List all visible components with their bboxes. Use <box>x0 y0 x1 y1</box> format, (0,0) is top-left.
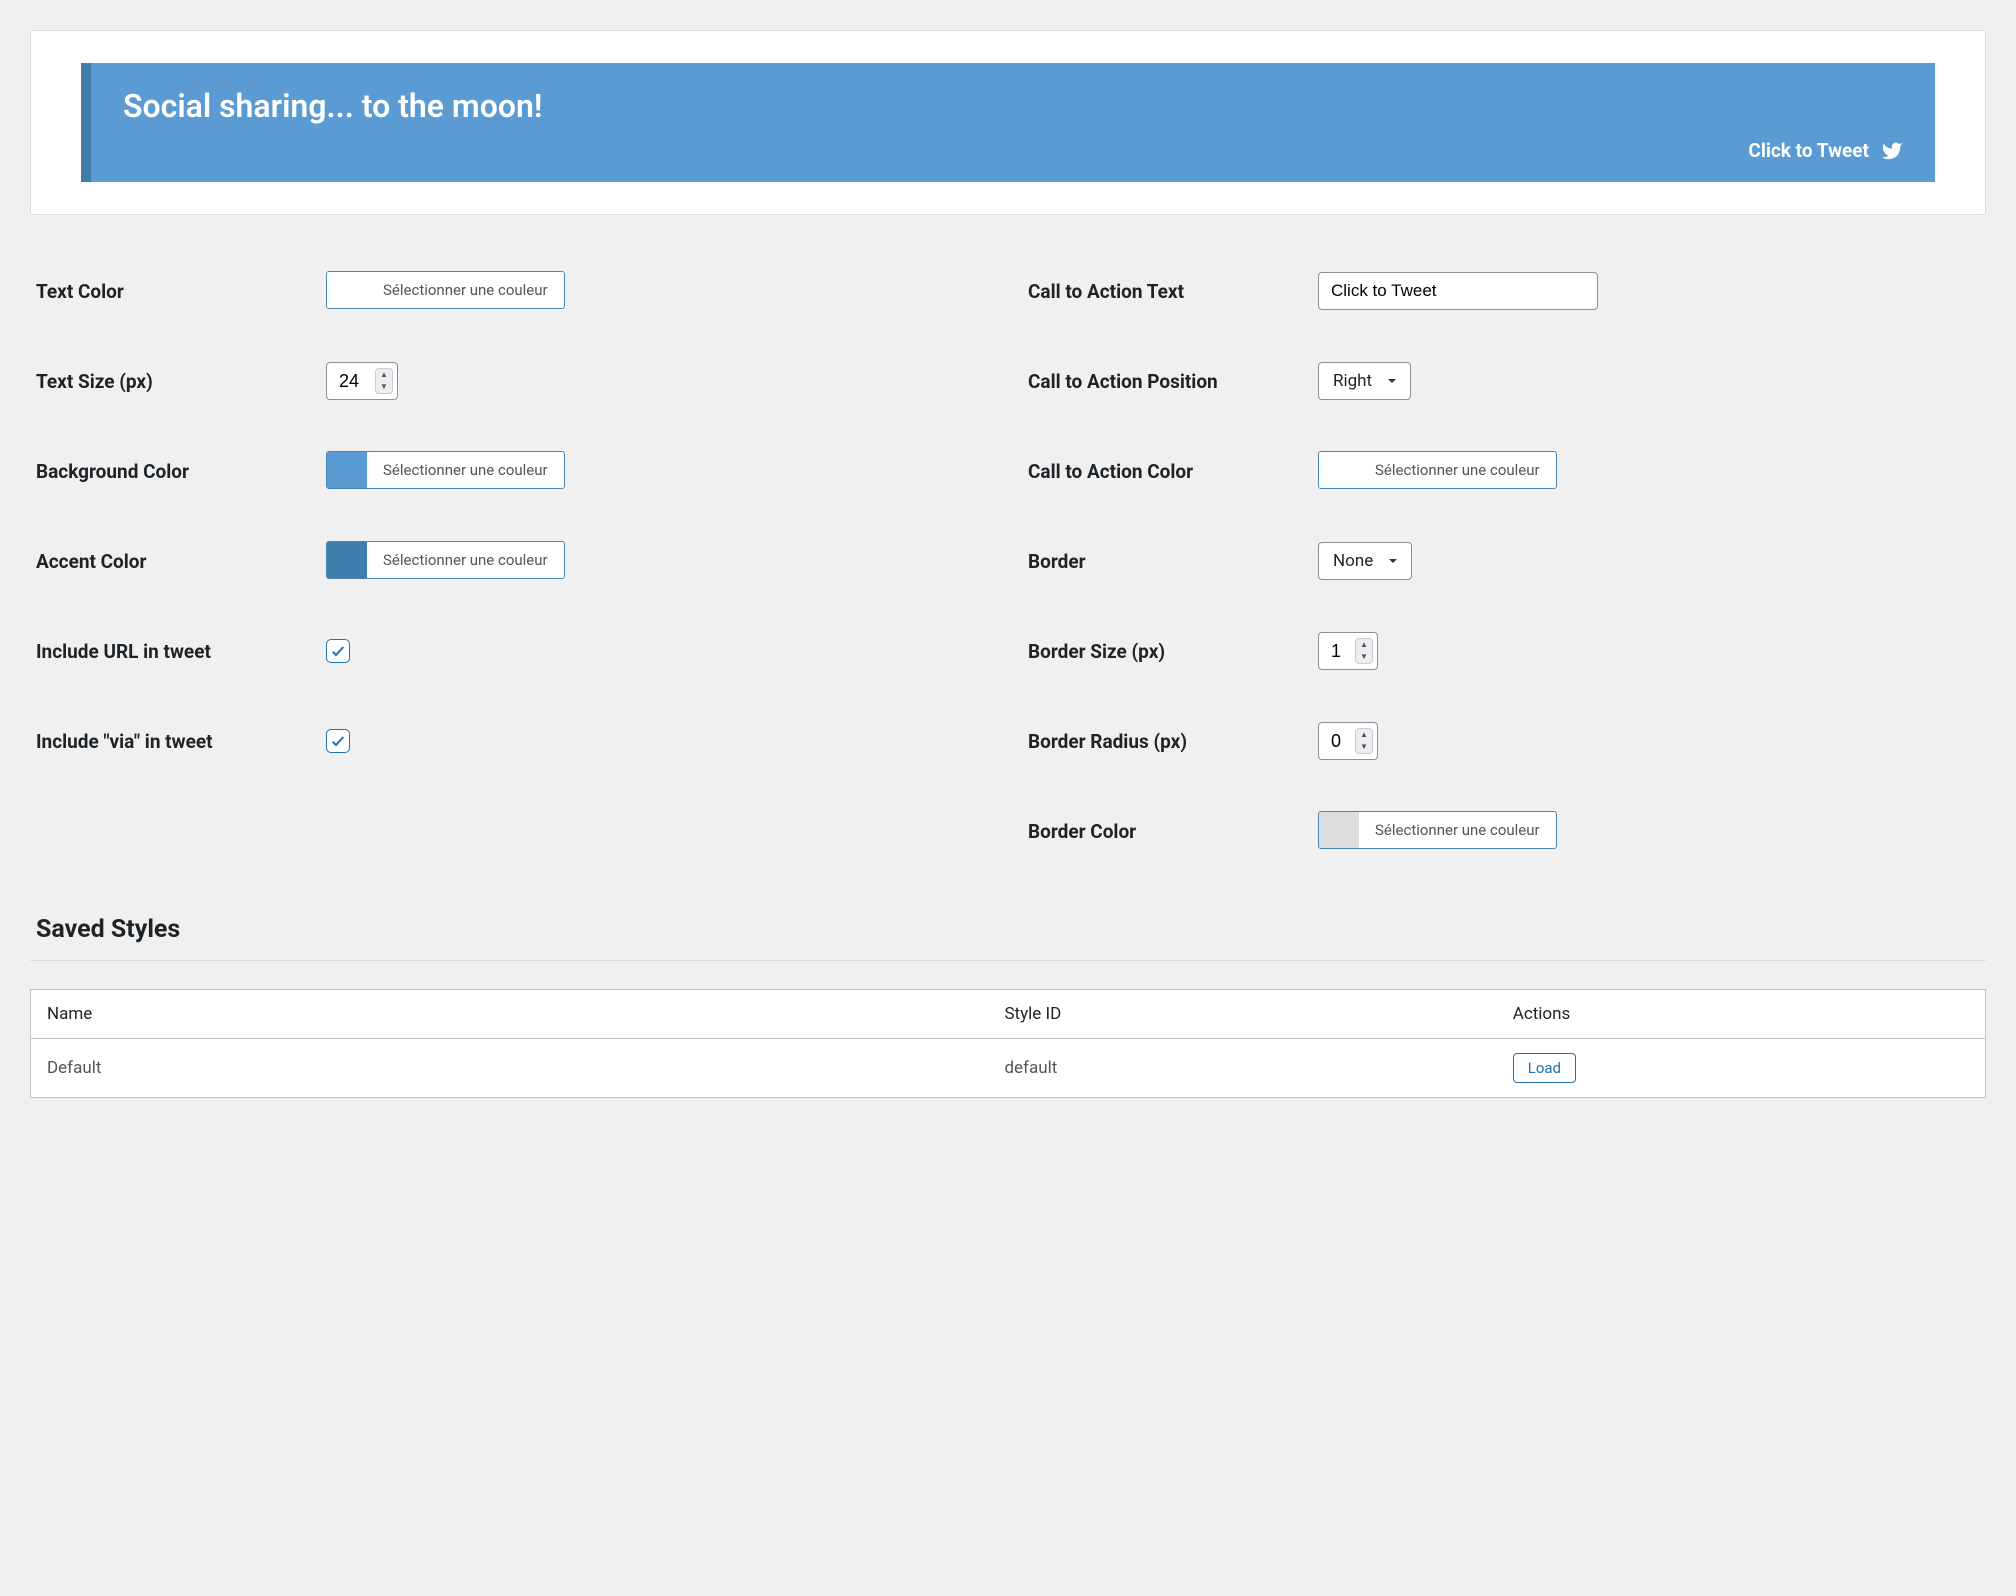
border-radius-input[interactable] <box>1331 731 1355 752</box>
chevron-down-icon <box>1385 553 1401 569</box>
label-cta-position: Call to Action Position <box>1028 370 1318 393</box>
field-include-via: Include "via" in tweet <box>36 715 988 767</box>
field-border-size: Border Size (px) ▲▼ <box>1028 625 1980 677</box>
text-color-picker[interactable]: Sélectionner une couleur <box>326 271 565 309</box>
text-color-swatch <box>327 272 367 308</box>
field-include-url: Include URL in tweet <box>36 625 988 677</box>
cell-name: Default <box>31 1039 989 1098</box>
border-size-stepper[interactable]: ▲▼ <box>1318 632 1378 670</box>
border-color-label: Sélectionner une couleur <box>1359 812 1556 848</box>
field-cta-color: Call to Action Color Sélectionner une co… <box>1028 445 1980 497</box>
divider <box>30 960 1986 961</box>
bg-color-label: Sélectionner une couleur <box>367 452 564 488</box>
accent-color-label: Sélectionner une couleur <box>367 542 564 578</box>
settings-right-col: Call to Action Text Call to Action Posit… <box>1028 265 1980 895</box>
field-border: Border None <box>1028 535 1980 587</box>
label-include-url: Include URL in tweet <box>36 640 326 663</box>
tweet-cta[interactable]: Click to Tweet <box>123 139 1903 162</box>
cta-position-value: Right <box>1333 371 1372 391</box>
chevron-down-icon <box>1384 373 1400 389</box>
th-style-id: Style ID <box>988 990 1496 1039</box>
check-icon <box>330 643 346 659</box>
tweet-accent-bar <box>81 63 91 182</box>
field-text-size: Text Size (px) ▲▼ <box>36 355 988 407</box>
preview-card: Social sharing... to the moon! Click to … <box>30 30 1986 215</box>
field-accent-color: Accent Color Sélectionner une couleur <box>36 535 988 587</box>
stepper-icon[interactable]: ▲▼ <box>375 368 393 394</box>
label-include-via: Include "via" in tweet <box>36 730 326 753</box>
accent-color-swatch <box>327 542 367 578</box>
border-select[interactable]: None <box>1318 542 1412 580</box>
accent-color-picker[interactable]: Sélectionner une couleur <box>326 541 565 579</box>
label-accent-color: Accent Color <box>36 550 326 573</box>
border-radius-stepper[interactable]: ▲▼ <box>1318 722 1378 760</box>
border-size-input[interactable] <box>1331 641 1355 662</box>
tweet-cta-label: Click to Tweet <box>1748 139 1869 162</box>
label-border: Border <box>1028 550 1318 573</box>
field-bg-color: Background Color Sélectionner une couleu… <box>36 445 988 497</box>
stepper-icon[interactable]: ▲▼ <box>1355 728 1373 754</box>
saved-styles-heading: Saved Styles <box>30 915 1986 944</box>
label-cta-text: Call to Action Text <box>1028 280 1318 303</box>
tweet-main: Social sharing... to the moon! Click to … <box>91 63 1935 182</box>
field-border-radius: Border Radius (px) ▲▼ <box>1028 715 1980 767</box>
th-actions: Actions <box>1497 990 1986 1039</box>
cta-color-picker[interactable]: Sélectionner une couleur <box>1318 451 1557 489</box>
label-border-size: Border Size (px) <box>1028 640 1318 663</box>
field-cta-position: Call to Action Position Right <box>1028 355 1980 407</box>
cell-style-id: default <box>988 1039 1496 1098</box>
text-color-label: Sélectionner une couleur <box>367 272 564 308</box>
table-header-row: Name Style ID Actions <box>31 990 1986 1039</box>
text-size-input[interactable] <box>339 371 375 392</box>
border-color-picker[interactable]: Sélectionner une couleur <box>1318 811 1557 849</box>
label-border-radius: Border Radius (px) <box>1028 730 1318 753</box>
bg-color-picker[interactable]: Sélectionner une couleur <box>326 451 565 489</box>
th-name: Name <box>31 990 989 1039</box>
field-border-color: Border Color Sélectionner une couleur <box>1028 805 1980 857</box>
cta-color-label: Sélectionner une couleur <box>1359 452 1556 488</box>
cell-actions: Load <box>1497 1039 1986 1098</box>
border-value: None <box>1333 551 1373 571</box>
label-text-color: Text Color <box>36 280 326 303</box>
tweet-text: Social sharing... to the moon! <box>123 87 1903 125</box>
check-icon <box>330 733 346 749</box>
table-row: Default default Load <box>31 1039 1986 1098</box>
text-size-stepper[interactable]: ▲▼ <box>326 362 398 400</box>
field-cta-text: Call to Action Text <box>1028 265 1980 317</box>
saved-styles-table: Name Style ID Actions Default default Lo… <box>30 989 1986 1098</box>
stepper-icon[interactable]: ▲▼ <box>1355 638 1373 664</box>
settings-left-col: Text Color Sélectionner une couleur Text… <box>36 265 988 895</box>
include-via-checkbox[interactable] <box>326 729 350 753</box>
label-border-color: Border Color <box>1028 820 1318 843</box>
label-text-size: Text Size (px) <box>36 370 326 393</box>
settings-grid: Text Color Sélectionner une couleur Text… <box>30 265 1986 895</box>
tweet-banner[interactable]: Social sharing... to the moon! Click to … <box>81 63 1935 182</box>
label-cta-color: Call to Action Color <box>1028 460 1318 483</box>
cta-color-swatch <box>1319 452 1359 488</box>
label-bg-color: Background Color <box>36 460 326 483</box>
twitter-icon <box>1881 140 1903 162</box>
cta-position-select[interactable]: Right <box>1318 362 1411 400</box>
border-color-swatch <box>1319 812 1359 848</box>
cta-text-input[interactable] <box>1318 272 1598 310</box>
bg-color-swatch <box>327 452 367 488</box>
load-button[interactable]: Load <box>1513 1053 1576 1083</box>
include-url-checkbox[interactable] <box>326 639 350 663</box>
field-text-color: Text Color Sélectionner une couleur <box>36 265 988 317</box>
